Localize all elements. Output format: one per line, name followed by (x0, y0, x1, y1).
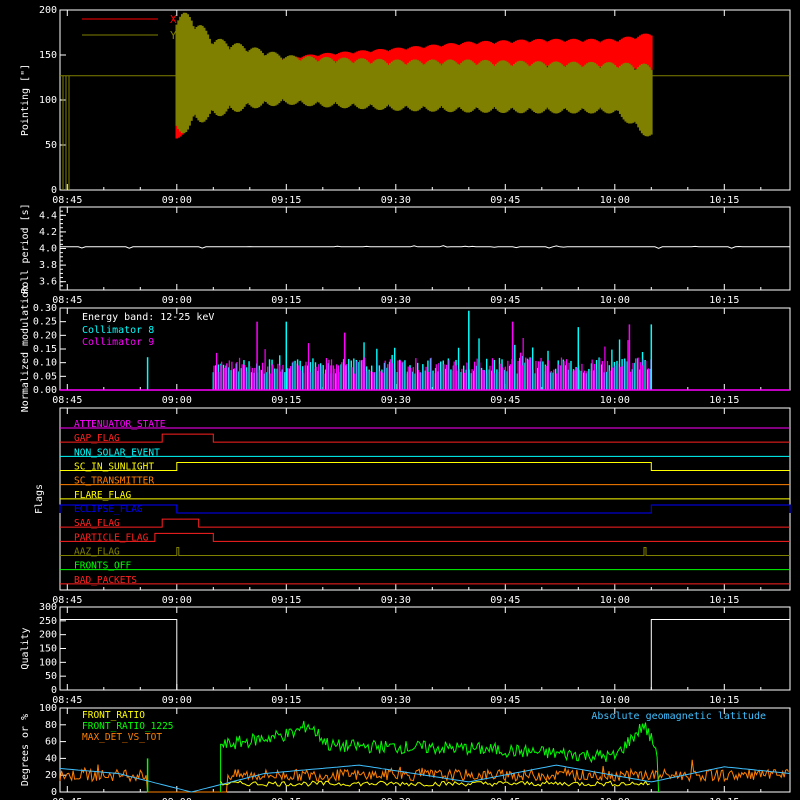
x-tick-label: 09:00 (162, 295, 192, 306)
x-tick-label: 09:30 (381, 595, 411, 606)
legend-label-x: X (170, 13, 177, 26)
y-tick-label: 0.15 (33, 344, 57, 355)
x-tick-label: 09:15 (271, 195, 301, 206)
x-tick-label: 10:00 (600, 295, 630, 306)
y-tick-label: 0 (51, 185, 57, 196)
y-tick-label: 3.8 (39, 260, 57, 271)
y-tick-label: 100 (39, 95, 57, 106)
y-tick-label: 250 (39, 616, 57, 627)
y-tick-label: 50 (45, 140, 57, 151)
x-tick-label: 10:00 (600, 195, 630, 206)
y-tick-label: 200 (39, 630, 57, 641)
y-tick-label: 60 (45, 737, 57, 748)
legend-geomag-latitude: Absolute geomagnetic latitude (591, 711, 766, 722)
x-tick-label: 09:30 (381, 695, 411, 706)
x-tick-label: 09:45 (490, 295, 520, 306)
y-tick-label: 4.0 (39, 244, 57, 255)
x-tick-label: 09:45 (490, 595, 520, 606)
x-tick-label: 09:15 (271, 595, 301, 606)
roll-ylabel: Roll period [s] (20, 203, 31, 293)
legend-max-det-vs-tot: MAX_DET_VS_TOT (82, 732, 162, 743)
legend-front-ratio: FRONT_RATIO (82, 710, 145, 721)
x-tick-label: 09:00 (162, 395, 192, 406)
x-tick-label: 09:15 (271, 695, 301, 706)
y-tick-label: 150 (39, 50, 57, 61)
pointing-ylabel: Pointing ["] (20, 64, 31, 136)
x-tick-label: 09:45 (490, 695, 520, 706)
legend-collimator-8: Collimator 8 (82, 325, 154, 336)
y-tick-label: 300 (39, 602, 57, 613)
y-tick-label: 0.00 (33, 385, 57, 396)
y-tick-label: 4.2 (39, 227, 57, 238)
y-tick-label: 40 (45, 753, 57, 764)
x-tick-label: 09:15 (271, 395, 301, 406)
x-tick-label: 10:15 (709, 195, 739, 206)
y-tick-label: 0.05 (33, 371, 57, 382)
x-tick-label: 08:45 (52, 395, 82, 406)
x-tick-label: 10:15 (709, 295, 739, 306)
x-tick-label: 09:00 (162, 695, 192, 706)
y-tick-label: 0.30 (33, 303, 57, 314)
y-tick-label: 0.10 (33, 358, 57, 369)
legend-front-ratio-1225: FRONT_RATIO_1225 (82, 721, 174, 732)
y-tick-label: 0 (51, 787, 57, 798)
x-tick-label: 09:30 (381, 195, 411, 206)
x-tick-label: 09:00 (162, 595, 192, 606)
y-tick-label: 3.6 (39, 277, 57, 288)
x-tick-label: 09:30 (381, 295, 411, 306)
x-tick-label: 10:00 (600, 595, 630, 606)
x-tick-label: 10:15 (709, 695, 739, 706)
x-tick-label: 10:15 (709, 395, 739, 406)
y-tick-label: 150 (39, 644, 57, 655)
figure: 08:45 09:00 09:15 09:30 09:45 10:00 10:15 0 50 10… (0, 0, 800, 800)
y-tick-label: 20 (45, 770, 57, 781)
y-tick-label: 200 (39, 5, 57, 16)
ratios-ylabel: Degrees or % (20, 714, 31, 786)
x-tick-label: 08:45 (52, 195, 82, 206)
y-tick-label: 50 (45, 671, 57, 682)
x-tick-label: 09:45 (490, 395, 520, 406)
y-tick-label: 100 (39, 657, 57, 668)
quality-ylabel: Quality (20, 627, 31, 669)
legend-label-y: Y (170, 29, 177, 42)
x-tick-label: 09:15 (271, 295, 301, 306)
x-tick-label: 10:00 (600, 695, 630, 706)
y-tick-label: 100 (39, 703, 57, 714)
y-tick-label: 0.20 (33, 330, 57, 341)
x-tick-label: 10:15 (709, 595, 739, 606)
flag-label-eclipse-flag: ECLIPSE_FLAG (74, 504, 143, 515)
y-tick-label: 4.4 (39, 210, 57, 221)
y-tick-label: 80 (45, 720, 57, 731)
y-tick-label: 0 (51, 685, 57, 696)
modulation-ylabel: Normalized modulation (20, 286, 31, 412)
legend-collimator-9: Collimator 9 (82, 337, 154, 348)
x-tick-label: 09:45 (490, 195, 520, 206)
x-tick-label: 09:30 (381, 395, 411, 406)
flags-ylabel: Flags (34, 484, 45, 514)
energy-band-label: Energy band: 12-25 keV (82, 312, 214, 323)
x-tick-label: 10:00 (600, 395, 630, 406)
y-tick-label: 0.25 (33, 317, 57, 328)
x-tick-label: 09:00 (162, 195, 192, 206)
